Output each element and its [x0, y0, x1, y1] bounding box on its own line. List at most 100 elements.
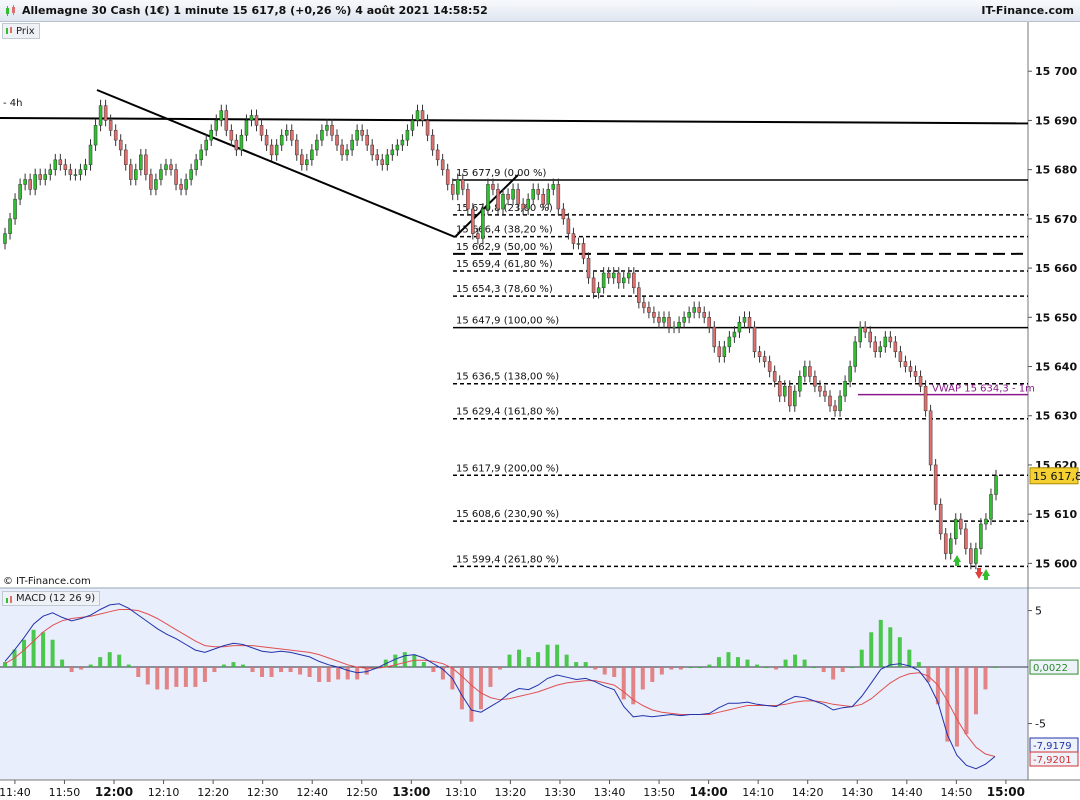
candle-body — [440, 159, 445, 170]
candle-body — [164, 164, 168, 170]
y-tick-label: 15 600 — [1035, 557, 1077, 570]
x-tick-label: 14:40 — [891, 786, 923, 799]
candle-body — [506, 194, 510, 200]
y-tick-label: 15 630 — [1035, 410, 1077, 423]
macd-histogram-bar — [697, 667, 702, 669]
candle-body — [933, 464, 938, 505]
candle-body — [471, 208, 475, 234]
candle-body — [8, 218, 12, 234]
macd-histogram-bar — [459, 667, 464, 710]
candle-body — [159, 169, 163, 180]
fib-level-label: 15 654,3 (78,60 %) — [456, 284, 553, 295]
candle-body — [803, 366, 807, 377]
macd-histogram-bar — [850, 667, 855, 669]
candle-body — [787, 385, 792, 407]
candle-body — [415, 110, 420, 121]
macd-histogram-bar — [88, 664, 93, 668]
histogram-mini-icon — [6, 595, 12, 603]
candle-body — [43, 174, 47, 180]
candle-body — [782, 385, 787, 397]
macd-histogram-bar — [250, 667, 255, 673]
macd-histogram-bar — [878, 619, 883, 668]
candle-body — [370, 144, 374, 156]
vwap-label: VWAP 15 634,3 - 1m — [932, 384, 1035, 395]
candle-body — [984, 518, 988, 525]
macd-histogram-bar — [488, 667, 493, 687]
x-tick-label: 13:30 — [544, 786, 576, 799]
fib-level-label: 15 617,9 (200,00 %) — [456, 463, 559, 474]
x-tick-label: 15:00 — [987, 785, 1025, 799]
candle-body — [123, 149, 128, 165]
candle-body — [219, 110, 224, 121]
candle-body — [611, 272, 616, 279]
candle-body — [33, 174, 37, 190]
macd-histogram-bar — [498, 667, 502, 670]
chart-area[interactable]: 15 60015 61015 62015 63015 64015 65015 6… — [0, 0, 1080, 800]
candle-body — [410, 120, 415, 131]
candle-body — [762, 356, 767, 362]
candle-body — [295, 139, 299, 156]
macd-histogram-bar — [926, 667, 931, 682]
macd-histogram-bar — [212, 667, 217, 673]
price-panel-tab[interactable]: Prix — [2, 23, 40, 39]
macd-histogram-bar — [735, 657, 740, 668]
candle-body — [943, 533, 948, 554]
macd-histogram-bar — [402, 652, 407, 668]
x-tick-label: 14:50 — [941, 786, 973, 799]
candle-body — [868, 331, 872, 343]
candle-body — [450, 184, 455, 195]
macd-histogram-bar — [307, 667, 312, 677]
macd-histogram-bar — [421, 662, 426, 668]
candle-body — [672, 326, 676, 329]
y-tick-label: 15 610 — [1035, 508, 1077, 521]
fib-level-label: 15 629,4 (161,80 %) — [456, 407, 559, 418]
macd-histogram-bar — [98, 657, 103, 668]
candle-body — [63, 164, 68, 170]
candle-body — [737, 321, 742, 333]
candle-body — [23, 179, 27, 185]
candle-body — [486, 184, 490, 210]
candle-body — [732, 331, 737, 338]
macd-histogram-bar — [107, 652, 112, 668]
macd-histogram-bar — [888, 627, 893, 668]
macd-histogram-bar — [478, 667, 483, 710]
candle-body — [757, 351, 762, 357]
macd-histogram-bar — [155, 667, 160, 690]
candle-body — [28, 179, 32, 190]
candle-body — [526, 198, 530, 210]
x-tick-label: 14:10 — [742, 786, 774, 799]
candle-body — [501, 194, 505, 210]
candle-body — [662, 317, 666, 323]
signal-value-badge: -7,9201 — [1033, 755, 1072, 766]
macd-histogram-bar — [79, 667, 84, 670]
x-tick-label: 12:30 — [247, 786, 279, 799]
macd-histogram-bar — [326, 667, 331, 682]
candle-body — [279, 134, 284, 146]
candle-body — [692, 307, 696, 313]
candle-body — [209, 130, 214, 141]
macd-histogram-bar — [431, 667, 436, 673]
macd-panel-tab[interactable]: MACD (12 26 9) — [2, 591, 101, 606]
macd-histogram-bar — [517, 649, 522, 668]
candle-body — [179, 184, 183, 190]
copyright-label: © IT-Finance.com — [3, 576, 91, 587]
candle-body — [581, 243, 586, 259]
candle-body — [18, 184, 22, 200]
candle-body — [264, 134, 269, 146]
macd-histogram-bar — [993, 667, 997, 669]
candle-body — [149, 174, 153, 190]
candle-body — [335, 134, 339, 146]
candle-body — [979, 523, 983, 549]
y-tick-label: 15 660 — [1035, 262, 1077, 275]
candle-body — [284, 130, 289, 136]
candle-body — [325, 125, 329, 131]
candle-body — [642, 302, 646, 308]
fib-level-label: 15 662,9 (50,00 %) — [456, 242, 553, 253]
macd-histogram-bar — [640, 667, 645, 690]
candle-body — [395, 144, 400, 151]
x-tick-label: 11:40 — [0, 786, 31, 799]
macd-histogram-bar — [859, 649, 864, 668]
candle-body — [551, 184, 556, 190]
fib-level-label: 15 608,6 (230,90 %) — [456, 509, 559, 520]
x-tick-label: 13:50 — [643, 786, 675, 799]
